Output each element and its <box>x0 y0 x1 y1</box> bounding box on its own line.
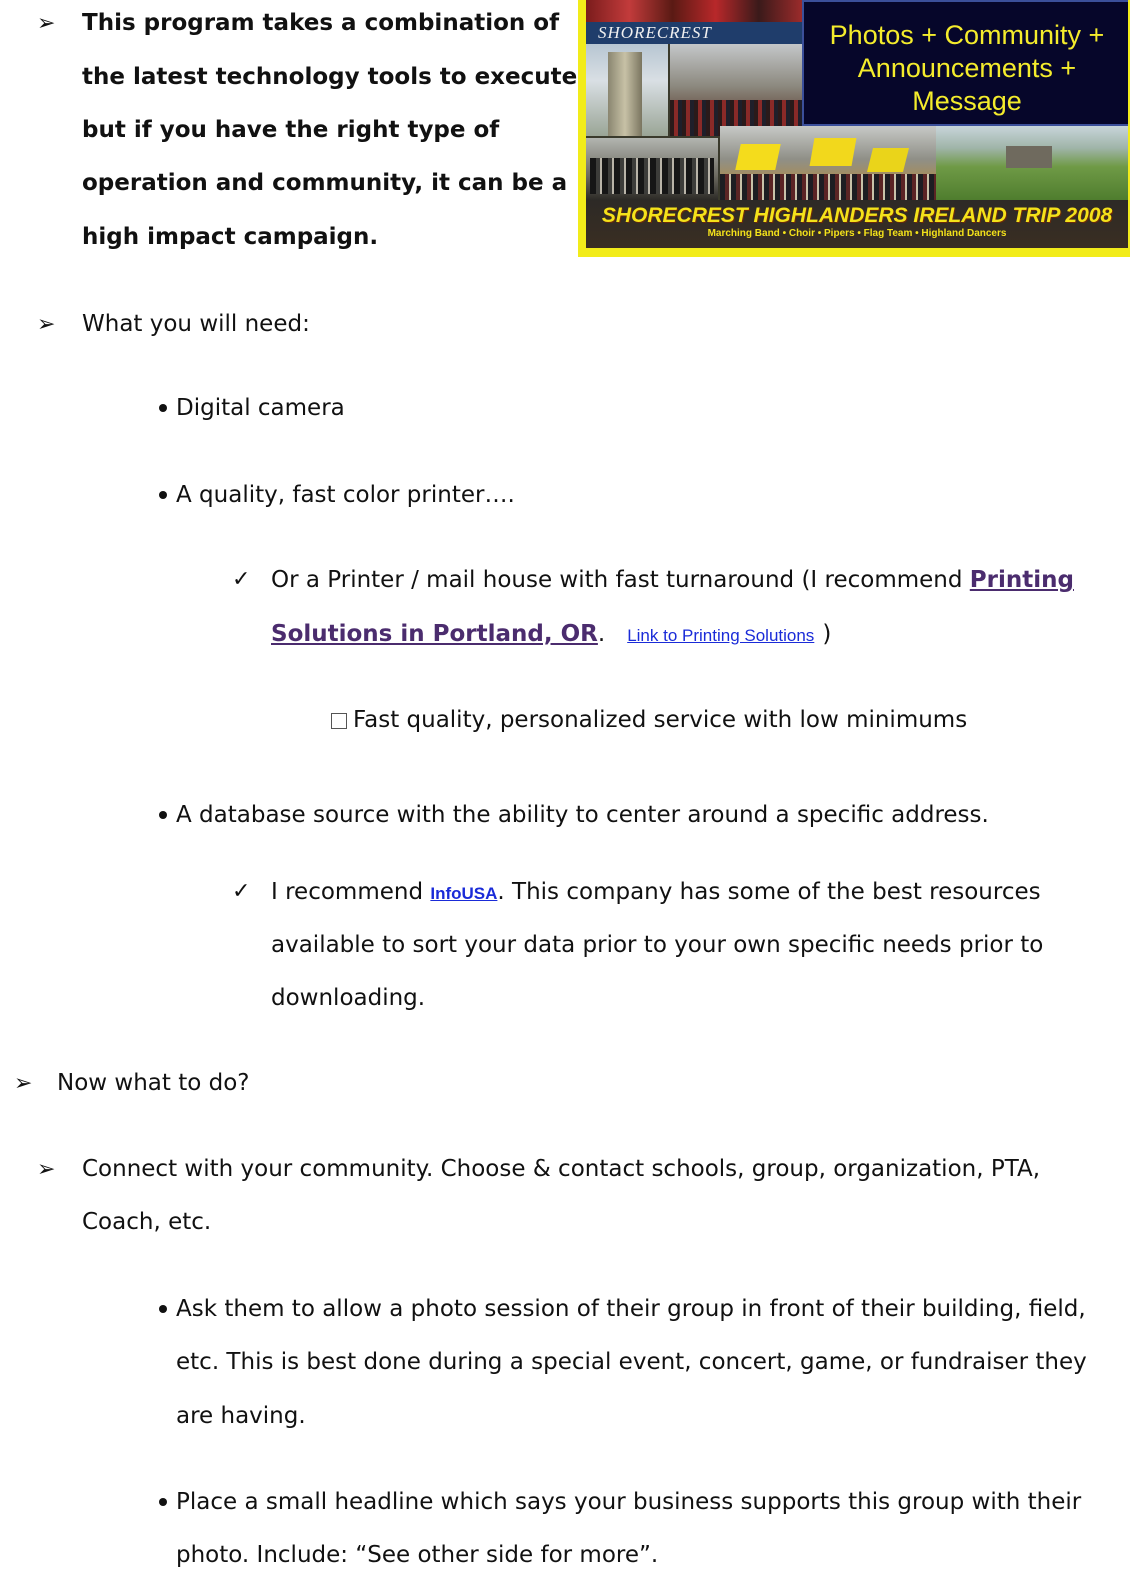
bullet-dot-icon <box>159 491 167 499</box>
overlay-line-3: Message <box>912 86 1022 116</box>
collage-tower-photo <box>586 44 668 136</box>
bullet-dot-icon <box>159 811 167 819</box>
collage-photos: SHORECREST Photos + Community + Announce… <box>586 0 1128 248</box>
printer-note: Fast quality, personalized service with … <box>353 707 968 733</box>
infousa-link[interactable]: InfoUSA <box>430 884 497 903</box>
overlay-line-1: Photos + Community + <box>829 20 1105 50</box>
overlay-caption-box: Photos + Community + Announcements + Mes… <box>802 0 1128 126</box>
db-rec-line-3: downloading. <box>271 985 426 1011</box>
db-rec-rest: . This company has some of the best reso… <box>497 879 1041 905</box>
arrow-bullet-icon: ➢ <box>37 11 56 36</box>
checkbox-square-icon <box>331 713 347 729</box>
collage-flags-photo <box>720 126 936 200</box>
printer-alt-text: Or a Printer / mail house with fast turn… <box>271 567 970 593</box>
printing-solutions-link-cont[interactable]: Solutions in Portland, OR <box>271 621 598 647</box>
need-heading: What you will need: <box>82 311 310 337</box>
need-camera: Digital camera <box>176 395 345 421</box>
banner-title: SHORECREST HIGHLANDERS IRELAND TRIP 2008 <box>601 204 1113 227</box>
intro-line-2: the latest technology tools to execute, <box>82 64 586 90</box>
collage-pipers-photo <box>586 138 718 200</box>
todo-heading: Now what to do? <box>57 1070 250 1096</box>
banner-subtitle: Marching Band • Choir • Pipers • Flag Te… <box>707 228 1007 239</box>
intro-line-1: This program takes a combination of <box>82 10 560 36</box>
connect-line-2: Coach, etc. <box>82 1209 212 1235</box>
place-line-1: Place a small headline which says your b… <box>176 1489 1082 1515</box>
bullet-dot-icon <box>159 1498 167 1506</box>
db-rec-line-2: available to sort your data prior to you… <box>271 932 1044 958</box>
intro-line-3: but if you have the right type of <box>82 117 500 143</box>
connect-line-1: Connect with your community. Choose & co… <box>82 1156 1041 1182</box>
printer-note-line: Fast quality, personalized service with … <box>331 707 967 734</box>
printer-alt-line-2: Solutions in Portland, OR. Link to Printi… <box>271 621 831 649</box>
collage-landscape-photo <box>936 126 1128 200</box>
printer-alt-close: ) <box>822 621 832 647</box>
arrow-bullet-icon: ➢ <box>37 1157 56 1182</box>
intro-line-4: operation and community, it can be a <box>82 170 568 196</box>
photo-collage-image: SHORECREST Photos + Community + Announce… <box>578 0 1130 257</box>
overlay-line-2: Announcements + <box>857 53 1077 83</box>
collage-sign-photo: SHORECREST <box>586 22 802 44</box>
bullet-dot-icon <box>159 1305 167 1313</box>
collage-castle-photo <box>670 44 802 136</box>
ask-line-2: etc. This is best done during a special … <box>176 1349 1087 1375</box>
ask-line-3: are having. <box>176 1403 306 1429</box>
bullet-dot-icon <box>159 404 167 412</box>
need-database: A database source with the ability to ce… <box>176 802 989 828</box>
arrow-bullet-icon: ➢ <box>37 312 56 337</box>
arrow-bullet-icon: ➢ <box>14 1071 33 1096</box>
need-printer: A quality, fast color printer…. <box>176 482 515 508</box>
checkmark-icon: ✓ <box>232 567 251 592</box>
db-rec-line-1: I recommend InfoUSA. This company has so… <box>271 879 1041 907</box>
printing-solutions-link[interactable]: Printing <box>970 567 1074 593</box>
db-rec-prefix: I recommend <box>271 879 431 905</box>
ask-line-1: Ask them to allow a photo session of the… <box>176 1296 1086 1322</box>
printing-solutions-small-link[interactable]: Link to Printing Solutions <box>627 626 814 645</box>
intro-line-5: high impact campaign. <box>82 224 379 250</box>
checkmark-icon: ✓ <box>232 879 251 904</box>
place-line-2: photo. Include: “See other side for more… <box>176 1542 659 1568</box>
printer-alt-line-1: Or a Printer / mail house with fast turn… <box>271 567 1074 594</box>
printer-alt-period: . <box>597 621 606 647</box>
